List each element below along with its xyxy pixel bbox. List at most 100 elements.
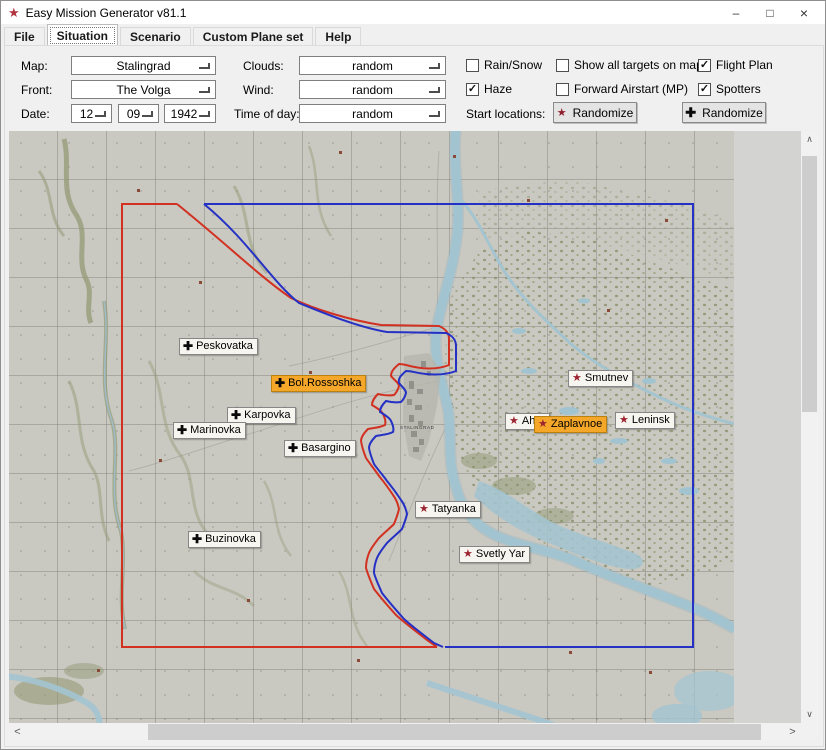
map-label-peskovatka[interactable]: ✚ Peskovatka xyxy=(179,338,258,355)
randomize-black-button[interactable]: ✚ Randomize xyxy=(682,102,766,123)
map-canvas[interactable]: STALINGRAD xyxy=(9,131,734,723)
checkbox-forward-airstart[interactable]: Forward Airstart (MP) xyxy=(556,82,688,96)
dropdown-icon xyxy=(199,111,210,117)
clouds-select-value: random xyxy=(352,59,393,73)
date-year-select[interactable]: 1942 xyxy=(164,104,216,123)
red-star-icon: ★ xyxy=(463,549,473,560)
scroll-right-icon[interactable]: > xyxy=(784,723,801,741)
time-of-day-select-value: random xyxy=(352,107,393,121)
map-label-text: Tatyanka xyxy=(432,503,476,515)
map-label-leninsk[interactable]: ★ Leninsk xyxy=(615,412,675,429)
checkbox-label: Haze xyxy=(484,82,512,96)
red-star-icon: ★ xyxy=(538,419,548,430)
dropdown-icon xyxy=(199,63,210,69)
front-label: Front: xyxy=(21,83,52,97)
tab-custom-plane-set[interactable]: Custom Plane set xyxy=(193,27,314,45)
checkbox-spotters[interactable]: ✓ Spotters xyxy=(698,82,761,96)
checkbox-rain-snow[interactable]: Rain/Snow xyxy=(466,58,542,72)
red-area-boundary xyxy=(122,204,437,647)
randomize-black-label: Randomize xyxy=(702,106,763,120)
map-label-text: Leninsk xyxy=(632,414,670,426)
checkbox-show-all-targets[interactable]: Show all targets on map xyxy=(556,58,703,72)
map-label-buzinovka[interactable]: ✚ Buzinovka xyxy=(188,531,261,548)
checkbox-box: ✓ xyxy=(698,83,711,96)
tab-situation[interactable]: Situation xyxy=(47,24,118,45)
maximize-button[interactable]: □ xyxy=(753,1,787,24)
horizontal-scrollbar-thumb[interactable] xyxy=(148,724,761,740)
close-button[interactable]: × xyxy=(787,1,821,24)
checkbox-label: Forward Airstart (MP) xyxy=(574,82,688,96)
checkbox-box: ✓ xyxy=(466,83,479,96)
tab-situation-label: Situation xyxy=(57,29,108,43)
checkbox-haze[interactable]: ✓ Haze xyxy=(466,82,512,96)
date-day-value: 12 xyxy=(80,107,93,121)
title-bar[interactable]: ★ Easy Mission Generator v81.1 – □ × xyxy=(1,1,825,24)
dropdown-icon xyxy=(199,87,210,93)
map-label-text: Peskovatka xyxy=(196,340,253,352)
map-background-filler xyxy=(734,131,801,723)
map-label-bol-rossoshka[interactable]: ✚ Bol.Rossoshka xyxy=(271,375,366,392)
wind-select-value: random xyxy=(352,83,393,97)
map-label-basargino[interactable]: ✚ Basargino xyxy=(284,440,356,457)
map-label-smutnev[interactable]: ★ Smutnev xyxy=(568,370,633,387)
tab-file[interactable]: File xyxy=(4,27,45,45)
clouds-select[interactable]: random xyxy=(299,56,446,75)
scroll-down-icon[interactable]: ∨ xyxy=(801,706,818,723)
map-label-marinovka[interactable]: ✚ Marinovka xyxy=(173,422,246,439)
checkbox-box xyxy=(556,59,569,72)
checkbox-box xyxy=(556,83,569,96)
black-cross-icon: ✚ xyxy=(192,533,202,545)
tab-strip: File Situation Scenario Custom Plane set… xyxy=(4,25,363,45)
vertical-scrollbar-thumb[interactable] xyxy=(802,156,817,412)
front-select[interactable]: The Volga xyxy=(71,80,216,99)
randomize-red-button[interactable]: ★ Randomize xyxy=(553,102,637,123)
checkbox-flight-plan[interactable]: ✓ Flight Plan xyxy=(698,58,773,72)
start-locations-label: Start locations: xyxy=(466,107,545,121)
black-cross-icon: ✚ xyxy=(685,105,696,121)
red-star-icon: ★ xyxy=(572,373,582,384)
tab-help[interactable]: Help xyxy=(315,27,361,45)
map-label-text: Svetly Yar xyxy=(476,548,525,560)
date-month-value: 09 xyxy=(127,107,140,121)
scroll-left-icon[interactable]: < xyxy=(9,723,26,741)
black-cross-icon: ✚ xyxy=(183,340,193,352)
date-month-select[interactable]: 09 xyxy=(118,104,159,123)
wind-label: Wind: xyxy=(243,83,274,97)
map-label-text: Bol.Rossoshka xyxy=(288,377,361,389)
map-label-text: Basargino xyxy=(301,442,351,454)
checkbox-label: Rain/Snow xyxy=(484,58,542,72)
tab-scenario[interactable]: Scenario xyxy=(120,27,191,45)
map-label-svetly-yar[interactable]: ★ Svetly Yar xyxy=(459,546,530,563)
horizontal-scrollbar[interactable]: < > xyxy=(9,723,801,741)
map-label-zaplavnoe[interactable]: ★ Zaplavnoe xyxy=(534,416,607,433)
map-label-text: Buzinovka xyxy=(205,533,256,545)
black-cross-icon: ✚ xyxy=(177,424,187,436)
red-star-icon: ★ xyxy=(619,415,629,426)
black-cross-icon: ✚ xyxy=(288,442,298,454)
map-label-text: Marinovka xyxy=(190,424,241,436)
black-cross-icon: ✚ xyxy=(275,377,285,389)
wind-select[interactable]: random xyxy=(299,80,446,99)
scroll-up-icon[interactable]: ∧ xyxy=(801,131,818,148)
checkbox-label: Spotters xyxy=(716,82,761,96)
checkbox-label: Flight Plan xyxy=(716,58,773,72)
map-label-text: Karpovka xyxy=(244,409,290,421)
date-day-select[interactable]: 12 xyxy=(71,104,112,123)
dropdown-icon xyxy=(429,63,440,69)
dropdown-icon xyxy=(142,111,153,117)
red-star-icon: ★ xyxy=(557,106,567,119)
dropdown-icon xyxy=(429,87,440,93)
map-label-tatyanka[interactable]: ★ Tatyanka xyxy=(415,501,481,518)
checkbox-label: Show all targets on map xyxy=(574,58,703,72)
dropdown-icon xyxy=(95,111,106,117)
checkbox-box: ✓ xyxy=(698,59,711,72)
minimize-button[interactable]: – xyxy=(719,1,753,24)
map-label-text: Smutnev xyxy=(585,372,628,384)
map-label: Map: xyxy=(21,59,48,73)
checkbox-box xyxy=(466,59,479,72)
red-star-icon: ★ xyxy=(509,416,519,427)
time-of-day-select[interactable]: random xyxy=(299,104,446,123)
black-cross-icon: ✚ xyxy=(231,409,241,421)
map-select[interactable]: Stalingrad xyxy=(71,56,216,75)
vertical-scrollbar[interactable]: ∧ ∨ xyxy=(801,131,818,723)
